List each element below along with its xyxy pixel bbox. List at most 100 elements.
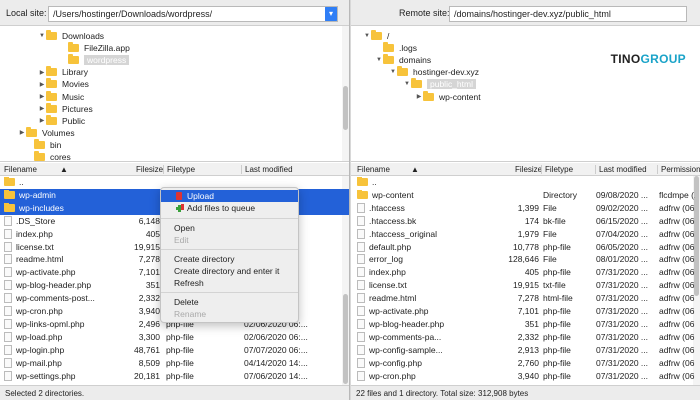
menu-upload-label: Upload <box>187 191 214 201</box>
collapsed-triangle-icon[interactable]: ▶ <box>38 69 46 76</box>
file-icon <box>357 370 365 381</box>
collapsed-triangle-icon[interactable]: ▶ <box>415 93 423 100</box>
remote-tree-node[interactable]: .logs <box>375 42 417 54</box>
expanded-triangle-icon[interactable]: ▼ <box>363 33 371 39</box>
remote-tree-node[interactable]: ▶ wp-content <box>415 90 481 103</box>
collapsed-triangle-icon[interactable]: ▶ <box>38 105 46 112</box>
remote-file-row[interactable]: wp-config.php 2,760 php-file 07/31/2020 ...… <box>351 357 700 370</box>
remote-file-row[interactable]: wp-content Directory 09/08/2020 ... flcdmpe… <box>351 189 700 202</box>
remote-cell-name: license.txt <box>357 280 487 291</box>
remote-cell-modified: 07/31/2020 ... <box>596 357 648 368</box>
local-file-row[interactable]: wp-mail.php 8,509 php-file 04/14/2020 14:..… <box>0 357 349 370</box>
remote-file-row[interactable]: index.php 405 php-file 07/31/2020 ... adfrw … <box>351 266 700 279</box>
menu-add-to-queue[interactable]: Add files to queue <box>161 202 298 214</box>
remote-tree[interactable]: TINOGROUP ▼ / .logs ▼ domains ▼ hostinger-dev.… <box>351 26 700 162</box>
remote-file-row[interactable]: wp-activate.php 7,101 php-file 07/31/2020 .… <box>351 305 700 318</box>
menu-add-to-queue-label: Add files to queue <box>187 203 256 213</box>
remote-cell-type: php-file <box>543 331 571 342</box>
local-col-filetype[interactable]: Filetype <box>163 165 195 174</box>
local-tree-node[interactable]: ▶ Volumes <box>18 126 75 139</box>
remote-cell-modified: 07/31/2020 ... <box>596 344 648 355</box>
local-cell-name: wp-activate.php <box>4 267 124 278</box>
local-tree-node[interactable]: ▶ Movies <box>38 78 89 90</box>
local-tree-scrollbar[interactable] <box>342 26 349 161</box>
remote-file-row[interactable]: readme.html 7,278 html-file 07/31/2020 ... a… <box>351 292 700 305</box>
local-cell-name: wp-mail.php <box>4 357 124 368</box>
local-file-name: wp-includes <box>19 202 64 213</box>
expanded-triangle-icon[interactable]: ▼ <box>389 69 397 75</box>
remote-file-row[interactable]: .htaccess.bk 174 bk-file 06/15/2020 ... adfr… <box>351 215 700 228</box>
remote-tree-node[interactable]: ▼ / <box>363 30 389 42</box>
local-site-label: Local site: <box>6 8 47 18</box>
remote-pane: Remote site: /domains/hostinger-dev.xyz/… <box>350 0 700 400</box>
local-file-row[interactable]: wp-load.php 3,300 php-file 02/06/2020 06:..… <box>0 331 349 344</box>
remote-col-filesize[interactable]: Filesize <box>515 165 542 174</box>
remote-tree-node[interactable]: ▼ domains <box>375 54 431 66</box>
local-cell-name: wp-settings.php <box>4 370 124 381</box>
local-path-input[interactable]: /Users/hostinger/Downloads/wordpress/ ▾ <box>48 6 338 22</box>
local-file-row[interactable]: wp-login.php 48,761 php-file 07/07/2020 06:… <box>0 344 349 357</box>
file-icon <box>357 357 365 368</box>
local-tree-node[interactable]: bin <box>26 138 61 151</box>
remote-cell-modified: 09/02/2020 ... <box>596 202 648 213</box>
collapsed-triangle-icon[interactable]: ▶ <box>38 81 46 88</box>
menu-open[interactable]: Open <box>161 222 298 234</box>
menu-refresh[interactable]: Refresh <box>161 277 298 289</box>
local-tree-node[interactable]: FileZilla.app <box>60 42 130 54</box>
local-col-filename[interactable]: Filename <box>4 165 37 174</box>
folder-icon <box>46 114 57 125</box>
remote-path-input[interactable]: /domains/hostinger-dev.xyz/public_html <box>449 6 687 22</box>
local-tree-node[interactable]: ▶ Music <box>38 90 84 103</box>
local-tree-node[interactable]: ▶ Library <box>38 66 88 78</box>
menu-upload[interactable]: Upload <box>161 190 298 202</box>
local-tree-node[interactable]: ▼ Downloads <box>38 30 104 42</box>
local-file-name: .DS_Store <box>16 215 56 226</box>
remote-file-row[interactable]: wp-config-sample... 2,913 php-file 07/31/20… <box>351 344 700 357</box>
menu-create-directory-enter[interactable]: Create directory and enter it <box>161 265 298 277</box>
local-tree-scroll-thumb[interactable] <box>343 86 348 130</box>
remote-col-filename[interactable]: Filename <box>357 165 390 174</box>
local-col-filesize[interactable]: Filesize <box>136 165 163 174</box>
remote-col-permissions[interactable]: Permission <box>657 165 700 174</box>
local-tree-node[interactable]: ▶ Pictures <box>38 102 93 115</box>
local-cell-size: 351 <box>145 280 160 291</box>
local-file-name: wp-load.php <box>16 331 63 342</box>
file-icon <box>357 318 365 329</box>
local-cell-name: .. <box>4 177 124 187</box>
expanded-triangle-icon[interactable]: ▼ <box>403 81 411 87</box>
local-tree-node[interactable]: wordpress <box>60 54 130 66</box>
collapsed-triangle-icon[interactable]: ▶ <box>38 93 46 100</box>
local-cell-size: 3,300 <box>138 331 160 342</box>
expanded-triangle-icon[interactable]: ▼ <box>38 33 46 39</box>
local-file-row[interactable]: wp-settings.php 20,181 php-file 07/06/2020 … <box>0 370 349 383</box>
local-tree-node[interactable]: cores <box>26 151 71 161</box>
remote-file-row[interactable]: wp-blog-header.php 351 php-file 07/31/2020 … <box>351 318 700 331</box>
local-tree-node[interactable]: ▶ Public <box>38 114 85 127</box>
collapsed-triangle-icon[interactable]: ▶ <box>18 129 26 136</box>
local-col-modified[interactable]: Last modified <box>241 165 293 174</box>
remote-tree-node[interactable]: ▼ public_html <box>403 78 476 90</box>
remote-file-row[interactable]: wp-cron.php 3,940 php-file 07/31/2020 ... ad… <box>351 370 700 383</box>
remote-file-row[interactable]: license.txt 19,915 txt-file 07/31/2020 ... a… <box>351 279 700 292</box>
expanded-triangle-icon[interactable]: ▼ <box>375 57 383 63</box>
menu-delete[interactable]: Delete <box>161 296 298 308</box>
remote-file-row[interactable]: .. <box>351 176 700 189</box>
remote-file-row[interactable]: error_log 128,646 File 08/01/2020 ... adfrw … <box>351 253 700 266</box>
remote-file-row[interactable]: wp-comments-pa... 2,332 php-file 07/31/2020… <box>351 331 700 344</box>
remote-col-filetype[interactable]: Filetype <box>541 165 573 174</box>
remote-tree-node[interactable]: ▼ hostinger-dev.xyz <box>389 66 479 78</box>
folder-icon <box>46 66 57 77</box>
remote-cell-name: wp-config-sample... <box>357 344 487 355</box>
local-cell-name: index.php <box>4 228 124 239</box>
menu-create-directory[interactable]: Create directory <box>161 253 298 265</box>
remote-col-modified[interactable]: Last modified <box>595 165 647 174</box>
remote-file-row[interactable]: .htaccess_original 1,979 File 07/04/2020 ..… <box>351 228 700 241</box>
remote-file-list[interactable]: .. wp-content Directory 09/08/2020 ... flcdm… <box>351 176 700 385</box>
remote-cell-size: 19,915 <box>513 280 539 291</box>
remote-file-row[interactable]: .htaccess 1,399 File 09/02/2020 ... adfrw (0… <box>351 202 700 215</box>
local-path-dropdown-icon[interactable]: ▾ <box>325 7 337 21</box>
collapsed-triangle-icon[interactable]: ▶ <box>38 117 46 124</box>
local-cell-size: 7,101 <box>138 267 160 278</box>
local-tree[interactable]: ▼ Downloads FileZilla.app wordpress ▶ Library… <box>0 26 349 162</box>
remote-file-row[interactable]: default.php 10,778 php-file 06/05/2020 ... a… <box>351 241 700 254</box>
